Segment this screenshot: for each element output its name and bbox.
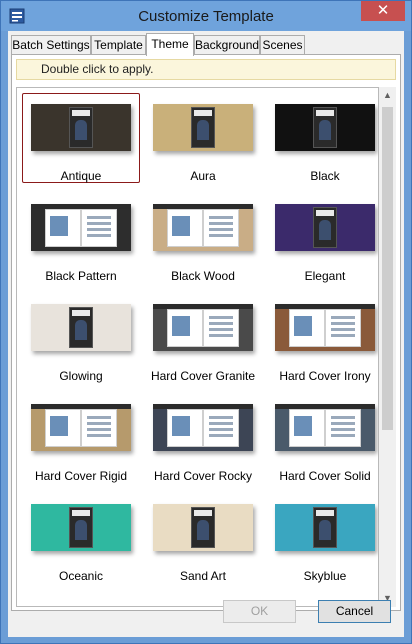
theme-label: Elegant — [304, 269, 346, 283]
theme-label: Hard Cover Granite — [150, 369, 256, 383]
close-button[interactable]: ✕ — [361, 1, 405, 21]
theme-item-sand-art[interactable]: Sand Art — [144, 493, 262, 583]
theme-label: Hard Cover Rocky — [153, 469, 253, 483]
thumbnail-magazine-cover — [313, 207, 337, 248]
theme-label: Hard Cover Solid — [279, 469, 371, 483]
tab-background[interactable]: Background — [194, 35, 260, 55]
theme-panel: Double click to apply. Antique Aura Black B… — [11, 54, 401, 611]
theme-label: Glowing — [59, 369, 103, 383]
thumbnail-right-page — [81, 409, 117, 447]
theme-item-glowing[interactable]: Glowing — [22, 293, 140, 383]
window-title: Customize Template — [138, 8, 274, 25]
tab-template[interactable]: Template — [91, 35, 146, 55]
thumbnail-left-page — [167, 209, 203, 247]
theme-thumbnail — [31, 504, 131, 551]
theme-thumbnail — [31, 204, 131, 251]
theme-item-hard-cover-rigid[interactable]: Hard Cover Rigid — [22, 393, 140, 483]
scroll-thumb[interactable] — [382, 107, 393, 430]
cancel-button[interactable]: Cancel — [318, 600, 391, 623]
theme-thumbnail — [275, 204, 375, 251]
theme-item-skyblue[interactable]: Skyblue — [266, 493, 378, 583]
thumbnail-right-page — [203, 409, 239, 447]
tab-scenes[interactable]: Scenes — [260, 35, 305, 55]
theme-item-black-wood[interactable]: Black Wood — [144, 193, 262, 283]
theme-thumbnail — [153, 104, 253, 151]
theme-label: Hard Cover Irony — [279, 369, 371, 383]
theme-thumbnail — [153, 304, 253, 351]
theme-gallery[interactable]: Antique Aura Black Black Pattern Black Wood E… — [16, 87, 379, 607]
tab-batch-settings[interactable]: Batch Settings — [11, 35, 91, 55]
theme-item-hard-cover-rocky[interactable]: Hard Cover Rocky — [144, 393, 262, 483]
thumbnail-magazine-cover — [69, 307, 93, 348]
theme-item-antique[interactable]: Antique — [22, 93, 140, 183]
theme-thumbnail — [275, 504, 375, 551]
thumbnail-left-page — [167, 409, 203, 447]
theme-thumbnail — [275, 404, 375, 451]
thumbnail-right-page — [203, 209, 239, 247]
theme-item-elegant[interactable]: Elegant — [266, 193, 378, 283]
theme-item-hard-cover-irony[interactable]: Hard Cover Irony — [266, 293, 378, 383]
thumbnail-left-page — [45, 409, 81, 447]
title-bar[interactable]: Customize Template ✕ — [1, 1, 411, 31]
vertical-scrollbar[interactable]: ▲ ▼ — [379, 87, 396, 607]
thumbnail-right-page — [325, 409, 361, 447]
thumbnail-left-page — [289, 409, 325, 447]
thumbnail-magazine-cover — [69, 507, 93, 548]
thumbnail-magazine-cover — [191, 507, 215, 548]
thumbnail-right-page — [203, 309, 239, 347]
dialog-body: Batch Settings Template Theme Background… — [8, 31, 404, 637]
theme-thumbnail — [31, 304, 131, 351]
theme-thumbnail — [153, 204, 253, 251]
theme-item-black-pattern[interactable]: Black Pattern — [22, 193, 140, 283]
thumbnail-magazine-cover — [69, 107, 93, 148]
theme-label: Antique — [60, 169, 102, 183]
thumbnail-magazine-cover — [313, 107, 337, 148]
customize-template-window: Customize Template ✕ Batch Settings Temp… — [0, 0, 412, 644]
theme-label: Hard Cover Rigid — [34, 469, 128, 483]
theme-item-aura[interactable]: Aura — [144, 93, 262, 183]
theme-label: Black Wood — [171, 269, 235, 283]
hint-banner: Double click to apply. — [16, 59, 396, 80]
thumbnail-left-page — [45, 209, 81, 247]
thumbnail-magazine-cover — [191, 107, 215, 148]
theme-label: Oceanic — [58, 569, 104, 583]
thumbnail-right-page — [325, 309, 361, 347]
theme-thumbnail — [275, 304, 375, 351]
theme-label: Aura — [190, 169, 216, 183]
theme-item-hard-cover-granite[interactable]: Hard Cover Granite — [144, 293, 262, 383]
scroll-up-arrow-icon[interactable]: ▲ — [379, 87, 396, 104]
thumbnail-left-page — [167, 309, 203, 347]
thumbnail-right-page — [81, 209, 117, 247]
theme-label: Black — [310, 169, 340, 183]
theme-thumbnail — [153, 504, 253, 551]
ok-button[interactable]: OK — [223, 600, 296, 623]
thumbnail-magazine-cover — [313, 507, 337, 548]
thumbnail-left-page — [289, 309, 325, 347]
theme-item-oceanic[interactable]: Oceanic — [22, 493, 140, 583]
theme-label: Sand Art — [179, 569, 227, 583]
theme-label: Black Pattern — [45, 269, 117, 283]
theme-thumbnail — [275, 104, 375, 151]
theme-label: Skyblue — [303, 569, 347, 583]
theme-thumbnail — [31, 104, 131, 151]
tab-theme[interactable]: Theme — [146, 33, 194, 56]
theme-thumbnail — [31, 404, 131, 451]
theme-item-hard-cover-solid[interactable]: Hard Cover Solid — [266, 393, 378, 483]
theme-thumbnail — [153, 404, 253, 451]
theme-item-black[interactable]: Black — [266, 93, 378, 183]
